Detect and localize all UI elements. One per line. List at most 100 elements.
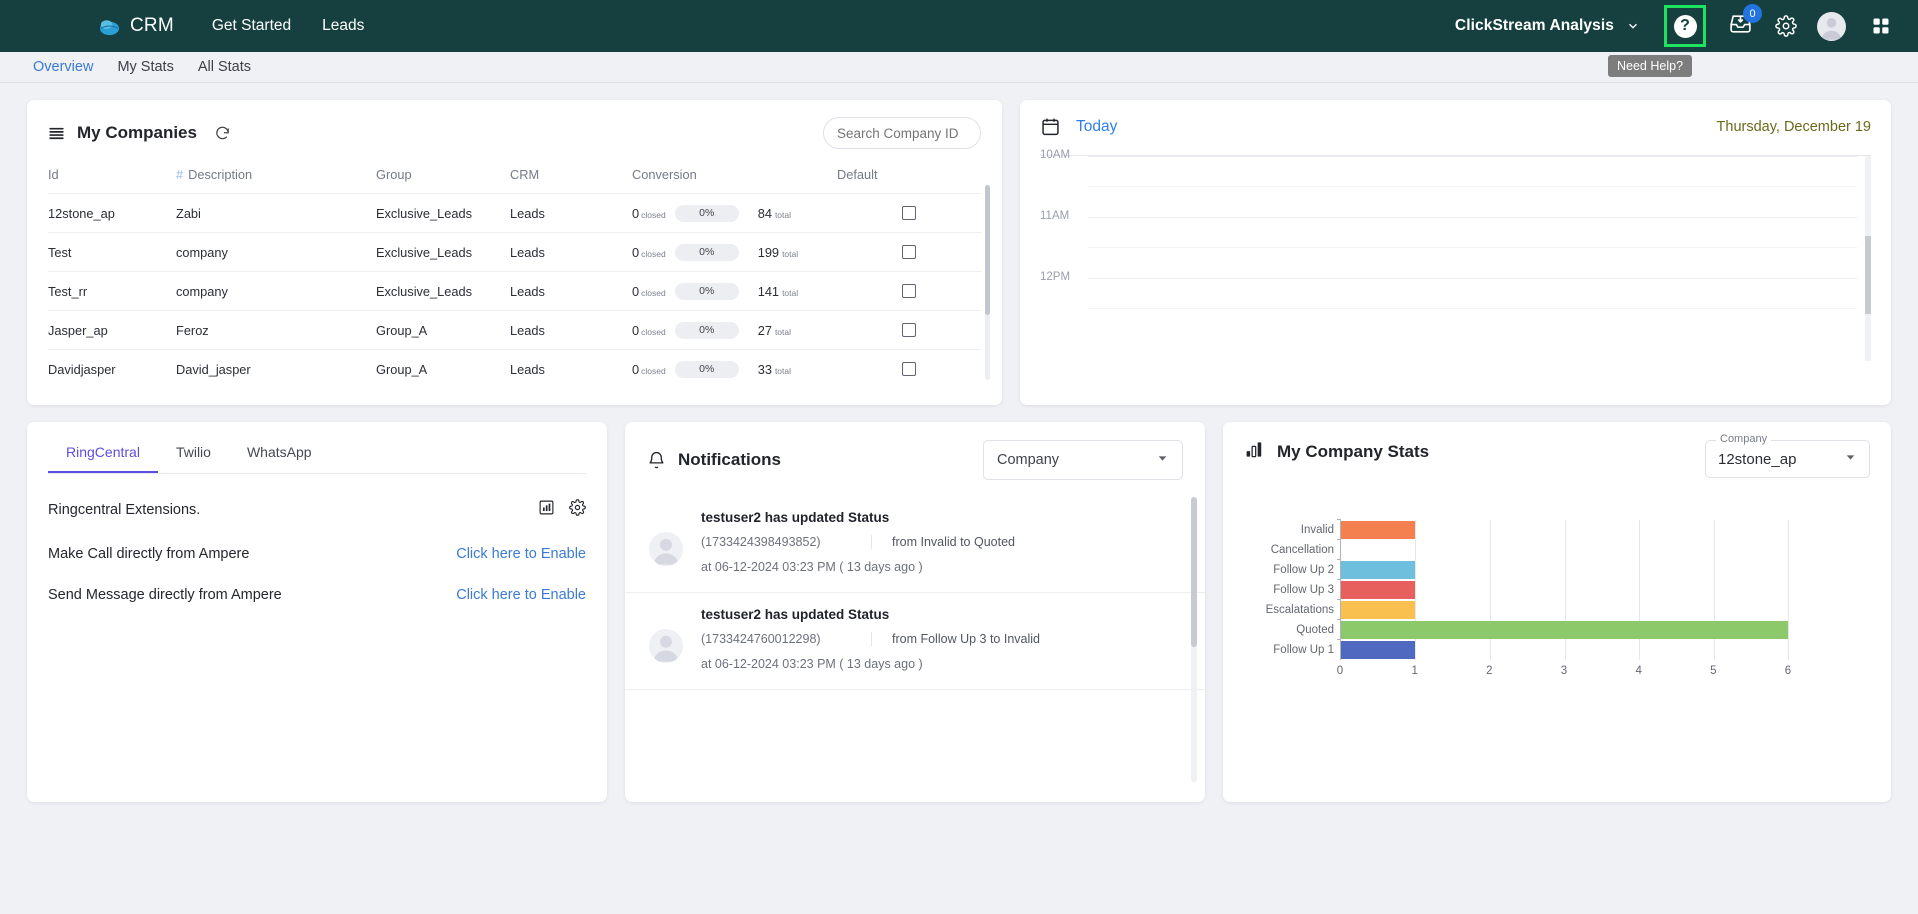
make-call-label: Make Call directly from Ampere <box>48 546 250 562</box>
notification-title: testuser2 has updated Status <box>701 607 890 622</box>
companies-table: Id # Description Group CRM Conversion Def… <box>48 163 981 389</box>
chart-x-tick-label: 1 <box>1411 665 1418 677</box>
refresh-button[interactable] <box>214 125 231 142</box>
help-button[interactable]: ? <box>1670 11 1700 41</box>
total-label: total <box>782 248 799 259</box>
user-avatar[interactable] <box>1817 11 1846 41</box>
table-row[interactable]: Test_rr company Exclusive_Leads Leads 0 close… <box>48 271 981 311</box>
notifications-scrollbar[interactable] <box>1191 497 1197 782</box>
cell-conversion: 0 closed 0% 141 total <box>632 271 837 311</box>
calendar-time-11am: 11AM <box>1040 210 1070 222</box>
col-crm[interactable]: CRM <box>510 163 632 194</box>
chart-axis-tick <box>1337 519 1341 520</box>
make-call-enable-link[interactable]: Click here to Enable <box>456 546 586 562</box>
today-date: Thursday, December 19 <box>1716 118 1871 135</box>
today-header: Today Thursday, December 19 <box>1040 116 1871 137</box>
total-count: 33 <box>757 361 772 377</box>
calendar-hour-line <box>1088 278 1857 279</box>
tab-my-stats[interactable]: My Stats <box>117 59 173 75</box>
chart-bar[interactable] <box>1341 601 1416 619</box>
chart-bar[interactable] <box>1341 521 1416 539</box>
conversion-percent: 0% <box>674 282 739 300</box>
cell-crm: Leads <box>510 349 632 389</box>
cell-conversion: 0 closed 0% 27 total <box>632 310 837 350</box>
brand-name: CRM <box>130 15 174 36</box>
brand[interactable]: CRM <box>98 15 174 38</box>
notification-body: testuser2 has updated Status (17334247600… <box>701 607 1181 671</box>
closed-label: closed <box>641 326 666 337</box>
chart-report-button[interactable] <box>538 499 555 521</box>
nav-link-get-started[interactable]: Get Started <box>212 17 291 35</box>
cell-group: Group_A <box>376 310 510 350</box>
chart-x-tick-label: 6 <box>1784 665 1792 677</box>
notification-item[interactable]: testuser2 has updated Status (17334243984… <box>625 496 1205 593</box>
gear-icon <box>569 499 586 516</box>
settings-button[interactable] <box>1771 11 1801 41</box>
apps-grid-button[interactable] <box>1866 11 1896 41</box>
tab-ringcentral[interactable]: RingCentral <box>48 422 158 473</box>
tab-whatsapp[interactable]: WhatsApp <box>229 422 330 473</box>
tab-all-stats[interactable]: All Stats <box>198 59 251 75</box>
col-conversion[interactable]: Conversion <box>632 163 837 194</box>
today-calendar-card: Today Thursday, December 19 10AM 11AM 12… <box>1020 100 1891 405</box>
notification-item[interactable]: testuser2 has updated Status (17334247600… <box>625 593 1205 690</box>
cell-conversion: 0 closed 0% 84 total <box>632 193 837 233</box>
col-default[interactable]: Default <box>837 163 981 194</box>
cell-description: Zabi <box>176 193 376 233</box>
default-checkbox[interactable] <box>902 206 916 220</box>
col-id[interactable]: Id <box>48 163 176 194</box>
chart-bar[interactable] <box>1341 581 1416 599</box>
default-checkbox[interactable] <box>902 245 916 259</box>
default-checkbox[interactable] <box>902 362 916 377</box>
default-checkbox[interactable] <box>902 284 916 298</box>
table-row[interactable]: Jasper_ap Feroz Group_A Leads 0 closed 0% 27 tot… <box>48 310 981 350</box>
calendar-scrollbar[interactable] <box>1865 156 1871 361</box>
closed-count: 0 <box>632 322 640 338</box>
workspace-name[interactable]: ClickStream Analysis <box>1455 17 1614 35</box>
company-select[interactable]: Company 12stone_ap <box>1705 433 1870 478</box>
tab-overview[interactable]: Overview <box>33 59 93 75</box>
default-checkbox[interactable] <box>902 323 916 337</box>
table-row[interactable]: Davidjasper David_jasper Group_A Leads 0 clos… <box>48 349 981 389</box>
notifications-title: Notifications <box>678 450 781 469</box>
dashboard-row-top: My Companies Id # Description Group <box>0 100 1918 405</box>
table-row[interactable]: 12stone_ap Zabi Exclusive_Leads Leads 0 close… <box>48 193 981 233</box>
total-count: 84 <box>757 205 772 221</box>
cell-description: Feroz <box>176 310 376 350</box>
search-company-id-input[interactable] <box>823 117 981 149</box>
nav-link-leads[interactable]: Leads <box>322 17 364 35</box>
col-group[interactable]: Group <box>376 163 510 194</box>
tab-twilio[interactable]: Twilio <box>158 422 229 473</box>
chart-axis-tick <box>1337 599 1341 600</box>
notifications-filter-select[interactable]: Company <box>983 440 1183 480</box>
cell-default <box>837 310 981 350</box>
cell-conversion: 0 closed 0% 33 total <box>632 349 837 389</box>
calendar-hour-row[interactable]: 10AM <box>1040 149 1871 217</box>
conversion-percent: 0% <box>674 321 739 339</box>
inbox-button[interactable]: 0 <box>1728 4 1762 41</box>
bar-chart-icon <box>539 500 554 515</box>
total-label: total <box>782 287 799 298</box>
chart-bar[interactable] <box>1341 561 1416 579</box>
person-icon <box>1821 17 1842 40</box>
col-description[interactable]: # Description <box>176 163 376 194</box>
chart-bar[interactable] <box>1341 621 1788 639</box>
help-tooltip: Need Help? <box>1608 55 1693 77</box>
chart-plot-area: Invalid Cancellation Follow Up 2 Follow Up … <box>1266 519 1789 660</box>
calendar-grid[interactable]: 10AM 11AM 12PM <box>1040 149 1871 361</box>
calendar-hour-row[interactable]: 12PM <box>1040 271 1871 339</box>
chart-bar-row: Follow Up 3 <box>1273 579 1788 600</box>
send-message-enable-link[interactable]: Click here to Enable <box>456 587 586 603</box>
cell-conversion: 0 closed 0% 199 total <box>632 232 837 272</box>
gear-icon <box>1775 15 1797 37</box>
companies-scrollbar[interactable] <box>985 185 990 380</box>
cell-group: Exclusive_Leads <box>376 271 510 311</box>
today-link[interactable]: Today <box>1076 118 1117 136</box>
table-row[interactable]: Test company Exclusive_Leads Leads 0 closed 0%… <box>48 232 981 272</box>
closed-count: 0 <box>632 283 640 299</box>
ringcentral-settings-button[interactable] <box>569 499 586 521</box>
calendar-hour-row[interactable]: 11AM <box>1040 210 1871 278</box>
calendar-time-10am: 10AM <box>1040 149 1071 161</box>
chevron-down-icon[interactable] <box>1626 19 1640 33</box>
chart-bar[interactable] <box>1341 641 1416 659</box>
